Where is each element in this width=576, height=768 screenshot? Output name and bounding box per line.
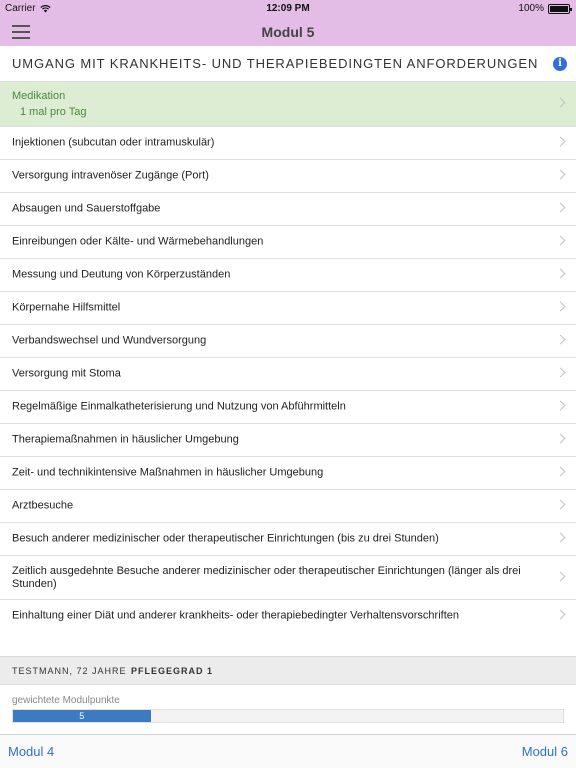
list-item[interactable]: Arztbesuche <box>0 490 576 523</box>
list-item-label: Zeitlich ausgedehnte Besuche anderer med… <box>12 564 521 590</box>
points-progress-fill: 5 <box>13 710 151 722</box>
list-item-label: Medikation <box>12 90 66 102</box>
list-spacer <box>0 632 576 656</box>
list-item-label: Versorgung mit Stoma <box>12 367 121 380</box>
list-item[interactable]: Zeit- und technikintensive Maßnahmen in … <box>0 457 576 490</box>
points-progress-bar: 5 <box>12 709 564 723</box>
chevron-right-icon <box>555 97 566 108</box>
list-item-label: Besuch anderer medizinischer oder therap… <box>12 532 439 545</box>
list-item[interactable]: Körpernahe Hilfsmittel <box>0 292 576 325</box>
section-header: UMGANG MIT KRANKHEITS- UND THERAPIEBEDIN… <box>0 46 576 82</box>
chevron-right-icon <box>555 400 566 411</box>
list-item-label: Verbandswechsel und Wundversorgung <box>12 334 207 347</box>
bottom-navigation: Modul 4 Modul 6 <box>0 734 576 768</box>
list-item[interactable]: Verbandswechsel und Wundversorgung <box>0 325 576 358</box>
list-item-label: Therapiemaßnahmen in häuslicher Umgebung <box>12 433 239 446</box>
criteria-list: Medikation 1 mal pro Tag Injektionen (su… <box>0 82 576 633</box>
battery-group: 100% <box>518 3 572 14</box>
list-item[interactable]: Besuch anderer medizinischer oder therap… <box>0 523 576 556</box>
previous-module-button[interactable]: Modul 4 <box>8 744 54 759</box>
list-item-medikation[interactable]: Medikation 1 mal pro Tag <box>0 82 576 127</box>
chevron-right-icon <box>555 268 566 279</box>
list-item[interactable]: Therapiemaßnahmen in häuslicher Umgebung <box>0 424 576 457</box>
chevron-right-icon <box>555 169 566 180</box>
chevron-right-icon <box>555 609 566 620</box>
patient-name: TESTMANN, 72 JAHRE <box>12 666 127 676</box>
list-item-value: 1 mal pro Tag <box>20 106 87 118</box>
list-item[interactable]: Absaugen und Sauerstoffgabe <box>0 193 576 226</box>
list-item[interactable]: Einreibungen oder Kälte- und Wärmebehand… <box>0 226 576 259</box>
chevron-right-icon <box>555 367 566 378</box>
info-icon[interactable]: i <box>553 57 567 71</box>
list-item[interactable]: Messung und Deutung von Körperzuständen <box>0 259 576 292</box>
list-item[interactable]: Zeitlich ausgedehnte Besuche anderer med… <box>0 556 576 600</box>
chevron-right-icon <box>555 136 566 147</box>
list-item-label: Injektionen (subcutan oder intramuskulär… <box>12 136 215 149</box>
list-item-label: Arztbesuche <box>12 499 74 512</box>
patient-header: TESTMANN, 72 JAHRE PFLEGEGRAD 1 <box>0 656 576 685</box>
status-time: 12:09 PM <box>266 3 310 14</box>
list-item[interactable]: Versorgung mit Stoma <box>0 358 576 391</box>
list-item-label: Körpernahe Hilfsmittel <box>12 301 121 314</box>
list-item[interactable]: Injektionen (subcutan oder intramuskulär… <box>0 127 576 160</box>
page-title: Modul 5 <box>261 24 315 40</box>
chevron-right-icon <box>555 571 566 581</box>
chevron-right-icon <box>555 532 566 543</box>
battery-icon <box>548 3 572 14</box>
care-grade: PFLEGEGRAD 1 <box>131 666 214 676</box>
next-module-button[interactable]: Modul 6 <box>522 744 568 759</box>
chevron-right-icon <box>555 466 566 477</box>
list-item-label: Einhaltung einer Diät und anderer krankh… <box>12 609 459 622</box>
chevron-right-icon <box>555 301 566 312</box>
battery-label: 100% <box>518 3 544 14</box>
list-item[interactable]: Regelmäßige Einmalkatheterisierung und N… <box>0 391 576 424</box>
list-item-label: Messung und Deutung von Körperzuständen <box>12 268 231 281</box>
chevron-right-icon <box>555 433 566 444</box>
list-item-label: Zeit- und technikintensive Maßnahmen in … <box>12 466 324 479</box>
chevron-right-icon <box>555 235 566 246</box>
list-item-label: Einreibungen oder Kälte- und Wärmebehand… <box>12 235 264 248</box>
list-item[interactable]: Versorgung intravenöser Zugänge (Port) <box>0 160 576 193</box>
list-item-label: Absaugen und Sauerstoffgabe <box>12 202 161 215</box>
navigation-bar: Modul 5 <box>0 18 576 46</box>
list-item-label: Versorgung intravenöser Zugänge (Port) <box>12 169 209 182</box>
points-label: gewichtete Modulpunkte <box>12 695 120 706</box>
list-item-label: Regelmäßige Einmalkatheterisierung und N… <box>12 400 346 413</box>
section-title: UMGANG MIT KRANKHEITS- UND THERAPIEBEDIN… <box>12 56 539 71</box>
chevron-right-icon <box>555 334 566 345</box>
status-bar: Carrier 12:09 PM 100% <box>0 0 576 18</box>
chevron-right-icon <box>555 499 566 510</box>
chevron-right-icon <box>555 202 566 213</box>
list-item[interactable]: Einhaltung einer Diät und anderer krankh… <box>0 600 576 633</box>
